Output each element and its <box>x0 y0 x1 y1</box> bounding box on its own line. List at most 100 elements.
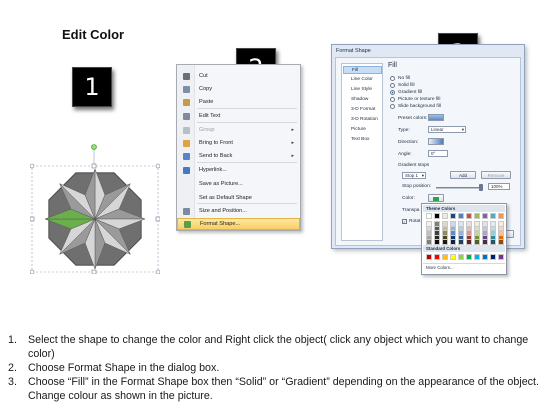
standard-color-swatch[interactable] <box>442 254 448 260</box>
fill-option-label: Gradient fill <box>398 90 423 95</box>
context-menu-item[interactable]: Save as Picture... <box>177 178 300 190</box>
fill-option-radio[interactable]: Gradient fill <box>390 89 422 96</box>
context-menu-item[interactable]: Hyperlink... <box>177 164 300 176</box>
paste-icon <box>182 98 190 106</box>
resize-handle-bottom-left[interactable] <box>30 269 35 274</box>
standard-color-swatch[interactable] <box>458 254 464 260</box>
remove-stop-button[interactable]: Remove <box>481 171 511 179</box>
radio-button[interactable] <box>390 97 395 102</box>
context-menu-item[interactable]: Size and Position... <box>177 205 300 217</box>
radio-button[interactable] <box>390 83 395 88</box>
standard-colors-label: Standard Colors <box>423 245 505 252</box>
instructions-list: 1. Select the shape to change the color a… <box>8 333 556 403</box>
page-title: Edit Color <box>62 27 125 42</box>
resize-handle-bottom[interactable] <box>91 269 97 274</box>
theme-color-swatch[interactable] <box>442 213 448 219</box>
theme-shade-swatch[interactable] <box>482 239 488 245</box>
octagon-star-graphic[interactable] <box>30 144 160 274</box>
menu-icon-slot <box>177 139 195 147</box>
theme-color-swatch[interactable] <box>426 213 432 219</box>
fill-option-radio[interactable]: Slide background fill <box>390 103 441 110</box>
theme-shade-swatch[interactable] <box>442 239 448 245</box>
radio-button[interactable] <box>390 76 395 81</box>
selected-shape[interactable] <box>30 144 160 274</box>
stop-select[interactable]: Stop 1 ▾ <box>402 172 426 179</box>
theme-shade-swatch[interactable] <box>458 239 464 245</box>
theme-color-swatch[interactable] <box>458 213 464 219</box>
context-menu-item-label: Copy <box>199 86 213 92</box>
standard-color-swatch[interactable] <box>466 254 472 260</box>
palette-separator <box>423 263 505 264</box>
theme-shade-swatch[interactable] <box>426 239 432 245</box>
dialog-nav-item[interactable]: Shadow <box>343 96 382 104</box>
context-menu-item-label: Group <box>199 127 215 133</box>
radio-button[interactable] <box>390 104 395 109</box>
context-menu-item[interactable]: Cut <box>177 70 300 82</box>
context-menu-item[interactable]: Bring to Front ▸ <box>177 137 300 149</box>
dialog-nav-item[interactable]: 3-D Format <box>343 106 382 114</box>
stop-position-input[interactable]: 100% <box>488 183 510 190</box>
dialog-nav-item[interactable]: Line Style <box>343 86 382 94</box>
dialog-nav-item[interactable]: 3-D Rotation <box>343 116 382 124</box>
context-menu-item[interactable]: Paste <box>177 96 300 108</box>
instruction-number: 1. <box>8 334 17 346</box>
standard-color-swatch[interactable] <box>474 254 480 260</box>
resize-handle-top-right[interactable] <box>155 163 160 169</box>
add-stop-button[interactable]: Add <box>450 171 476 179</box>
radio-button[interactable] <box>390 90 395 95</box>
color-picker-button[interactable] <box>428 194 444 202</box>
resize-handle-top[interactable] <box>91 163 97 169</box>
theme-color-swatch[interactable] <box>474 213 480 219</box>
standard-color-swatch[interactable] <box>450 254 456 260</box>
rotation-handle[interactable] <box>91 144 97 150</box>
standard-color-swatch[interactable] <box>490 254 496 260</box>
instruction-item: 1. Select the shape to change the color a… <box>8 333 556 361</box>
theme-color-swatch[interactable] <box>434 213 440 219</box>
theme-shade-swatch[interactable] <box>474 239 480 245</box>
fill-option-radio[interactable]: Picture or texture fill <box>390 96 440 103</box>
theme-shade-swatch[interactable] <box>434 239 440 245</box>
theme-shade-swatch[interactable] <box>466 239 472 245</box>
dialog-nav-item[interactable]: Text Box <box>343 136 382 144</box>
standard-color-swatch[interactable] <box>498 254 504 260</box>
context-menu: Cut Copy Paste Edit Text Group ▸ Bring to Fron… <box>176 64 301 231</box>
standard-color-swatch[interactable] <box>434 254 440 260</box>
submenu-arrow-icon: ▸ <box>291 153 294 159</box>
dialog-nav-item[interactable]: Fill <box>343 66 382 74</box>
dialog-nav-item[interactable]: Picture <box>343 126 382 134</box>
theme-color-swatch[interactable] <box>482 213 488 219</box>
theme-color-swatch[interactable] <box>466 213 472 219</box>
context-menu-item[interactable]: Send to Back ▸ <box>177 150 300 162</box>
standard-color-swatch[interactable] <box>426 254 432 260</box>
rotate-with-shape-checkbox[interactable]: ✓ <box>402 219 407 224</box>
stop-position-slider[interactable] <box>436 187 482 189</box>
fill-option-radio[interactable]: Solid fill <box>390 82 415 89</box>
resize-handle-left[interactable] <box>30 216 35 222</box>
theme-shade-swatch[interactable] <box>498 239 504 245</box>
context-menu-item[interactable]: Format Shape... <box>177 218 300 230</box>
theme-shade-swatch[interactable] <box>490 239 496 245</box>
resize-handle-bottom-right[interactable] <box>155 269 160 274</box>
menu-separator <box>197 122 297 123</box>
type-select[interactable]: Linear ▾ <box>428 126 466 133</box>
dialog-nav-item[interactable]: Line Color <box>343 76 382 84</box>
theme-color-swatch[interactable] <box>490 213 496 219</box>
stop-position-label: Stop position: <box>402 184 432 189</box>
theme-shade-swatch[interactable] <box>450 239 456 245</box>
resize-handle-right[interactable] <box>155 216 160 222</box>
stop-position-thumb[interactable] <box>479 184 483 191</box>
context-menu-item[interactable]: Group ▸ <box>177 124 300 136</box>
theme-color-swatch[interactable] <box>450 213 456 219</box>
context-menu-item[interactable]: Edit Text <box>177 110 300 122</box>
context-menu-item[interactable]: Copy <box>177 83 300 95</box>
direction-button[interactable] <box>428 138 444 145</box>
resize-handle-top-left[interactable] <box>30 163 35 169</box>
octagon-body[interactable] <box>44 168 146 270</box>
preset-colors-button[interactable] <box>428 114 444 121</box>
fill-option-radio[interactable]: No fill <box>390 75 410 82</box>
standard-color-swatch[interactable] <box>482 254 488 260</box>
theme-color-swatch[interactable] <box>498 213 504 219</box>
fill-option-label: Slide background fill <box>398 104 441 109</box>
angle-input[interactable]: 0° <box>428 150 448 157</box>
more-colors-link[interactable]: More Colors... <box>426 265 454 270</box>
